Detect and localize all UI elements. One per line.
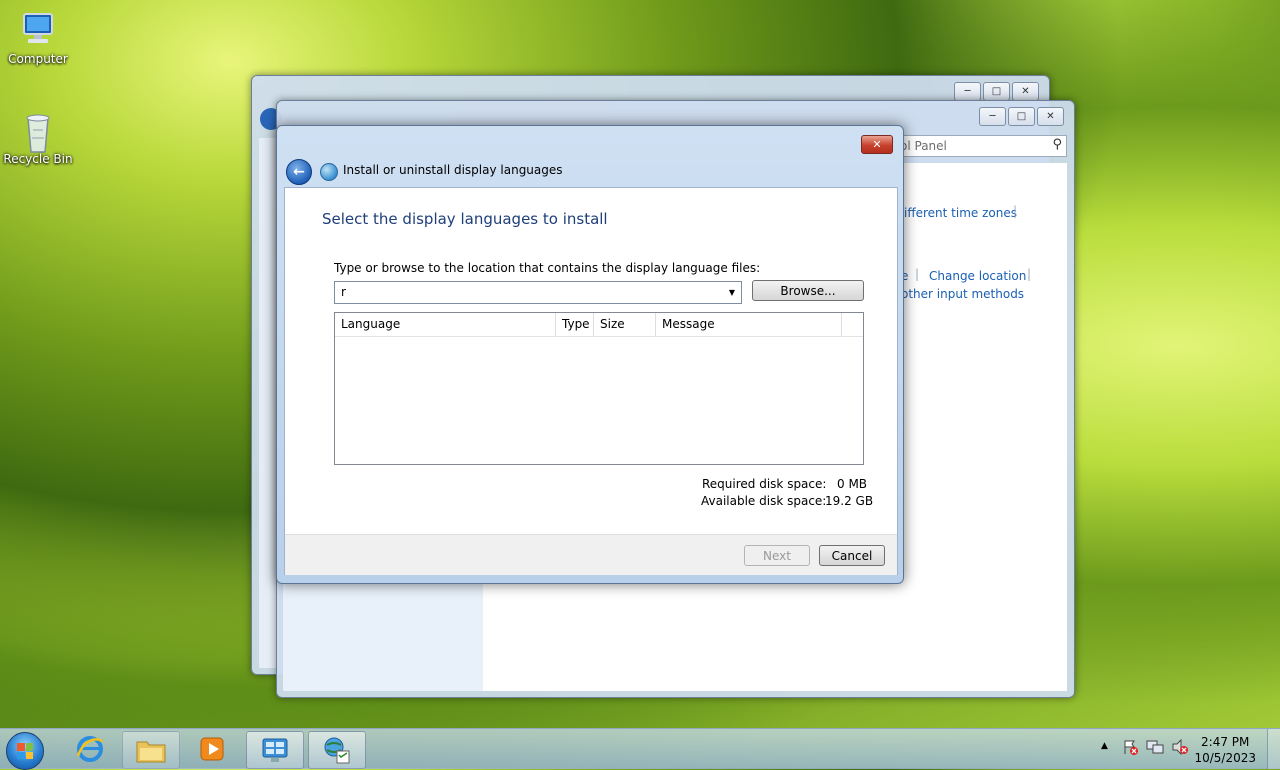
globe-icon xyxy=(320,163,338,181)
dialog-body: Select the display languages to install … xyxy=(284,187,898,575)
separator: | xyxy=(915,267,920,281)
list-header: Language Type Size Message xyxy=(335,313,863,337)
location-prompt: Type or browse to the location that cont… xyxy=(334,261,761,275)
clock-date: 10/5/2023 xyxy=(1194,751,1256,765)
dialog-footer: Next Cancel xyxy=(285,534,897,575)
control-panel-icon xyxy=(262,738,288,762)
search-icon: ⚲ xyxy=(1052,137,1062,152)
maximize-button[interactable]: □ xyxy=(983,82,1010,101)
dialog-caption: Install or uninstall display languages xyxy=(343,163,563,177)
location-combobox[interactable]: r ▼ xyxy=(334,281,742,304)
folder-icon xyxy=(136,741,166,763)
minimize-button[interactable]: ─ xyxy=(954,82,981,101)
desktop-icon-label: Recycle Bin xyxy=(3,152,73,166)
browse-button[interactable]: Browse... xyxy=(752,280,864,301)
maximize-button[interactable]: □ xyxy=(1008,107,1035,126)
desktop-icon-recycle-bin[interactable]: Recycle Bin xyxy=(0,110,76,166)
location-input[interactable]: r xyxy=(341,285,346,299)
clock-time: 2:47 PM xyxy=(1201,735,1250,749)
column-header-message[interactable]: Message xyxy=(656,313,842,336)
desktop-icon-computer[interactable]: Computer xyxy=(0,10,76,66)
media-player-icon xyxy=(200,737,224,761)
language-installer-icon xyxy=(324,737,350,764)
recycle-bin-icon xyxy=(18,110,58,153)
desktop-icon-label: Computer xyxy=(8,52,68,66)
network-icon[interactable] xyxy=(1146,739,1164,758)
taskbar-internet-explorer[interactable] xyxy=(62,731,118,767)
separator: | xyxy=(1027,267,1032,281)
taskbar-control-panel[interactable] xyxy=(246,731,304,769)
start-button[interactable] xyxy=(6,732,44,770)
nav-pane xyxy=(283,583,483,691)
separator: | xyxy=(1013,204,1018,218)
install-languages-dialog[interactable]: ✕ ← Install or uninstall display languag… xyxy=(276,125,904,584)
show-desktop-button[interactable] xyxy=(1267,729,1280,769)
back-arrow-button[interactable]: ← xyxy=(286,159,312,185)
time-zones-link[interactable]: ifferent time zones xyxy=(904,206,1017,220)
window-controls: ─ □ ✕ xyxy=(979,107,1064,126)
dropdown-arrow-icon[interactable]: ▼ xyxy=(725,284,739,301)
close-button[interactable]: ✕ xyxy=(1037,107,1064,126)
windows-flag-icon xyxy=(17,743,33,759)
taskbar-language-installer[interactable] xyxy=(308,731,366,769)
dialog-close-button[interactable]: ✕ xyxy=(861,135,893,154)
input-methods-link[interactable]: other input methods xyxy=(901,287,1024,301)
close-button[interactable]: ✕ xyxy=(1012,82,1039,101)
taskbar: ▲ 2:47 PM 10/5/2023 xyxy=(0,728,1280,770)
available-disk-value: 19.2 GB xyxy=(825,494,874,508)
required-disk-label: Required disk space: xyxy=(702,477,827,491)
system-clock[interactable]: 2:47 PM 10/5/2023 xyxy=(1194,734,1256,766)
taskbar-media-player[interactable] xyxy=(184,731,240,767)
cancel-button[interactable]: Cancel xyxy=(819,545,885,566)
search-placeholder: ol Panel xyxy=(900,139,947,153)
column-header-size[interactable]: Size xyxy=(594,313,656,336)
page-title: Select the display languages to install xyxy=(322,210,608,228)
computer-icon xyxy=(18,10,58,50)
required-disk-value: 0 MB xyxy=(837,477,868,491)
internet-explorer-icon xyxy=(76,736,104,762)
window-controls: ─ □ ✕ xyxy=(954,82,1039,101)
available-disk-label: Available disk space: xyxy=(701,494,827,508)
change-location-link[interactable]: Change location xyxy=(929,269,1026,283)
taskbar-file-explorer[interactable] xyxy=(122,731,180,769)
show-hidden-icons-button[interactable]: ▲ xyxy=(1101,741,1108,751)
volume-muted-icon[interactable] xyxy=(1171,738,1189,758)
column-header-type[interactable]: Type xyxy=(556,313,594,336)
languages-list[interactable]: Language Type Size Message xyxy=(334,312,864,465)
search-box[interactable]: ol Panel ⚲ xyxy=(897,135,1067,157)
action-center-flag-icon[interactable] xyxy=(1122,739,1138,758)
column-header-language[interactable]: Language xyxy=(335,313,556,336)
minimize-button[interactable]: ─ xyxy=(979,107,1006,126)
next-button[interactable]: Next xyxy=(744,545,810,566)
